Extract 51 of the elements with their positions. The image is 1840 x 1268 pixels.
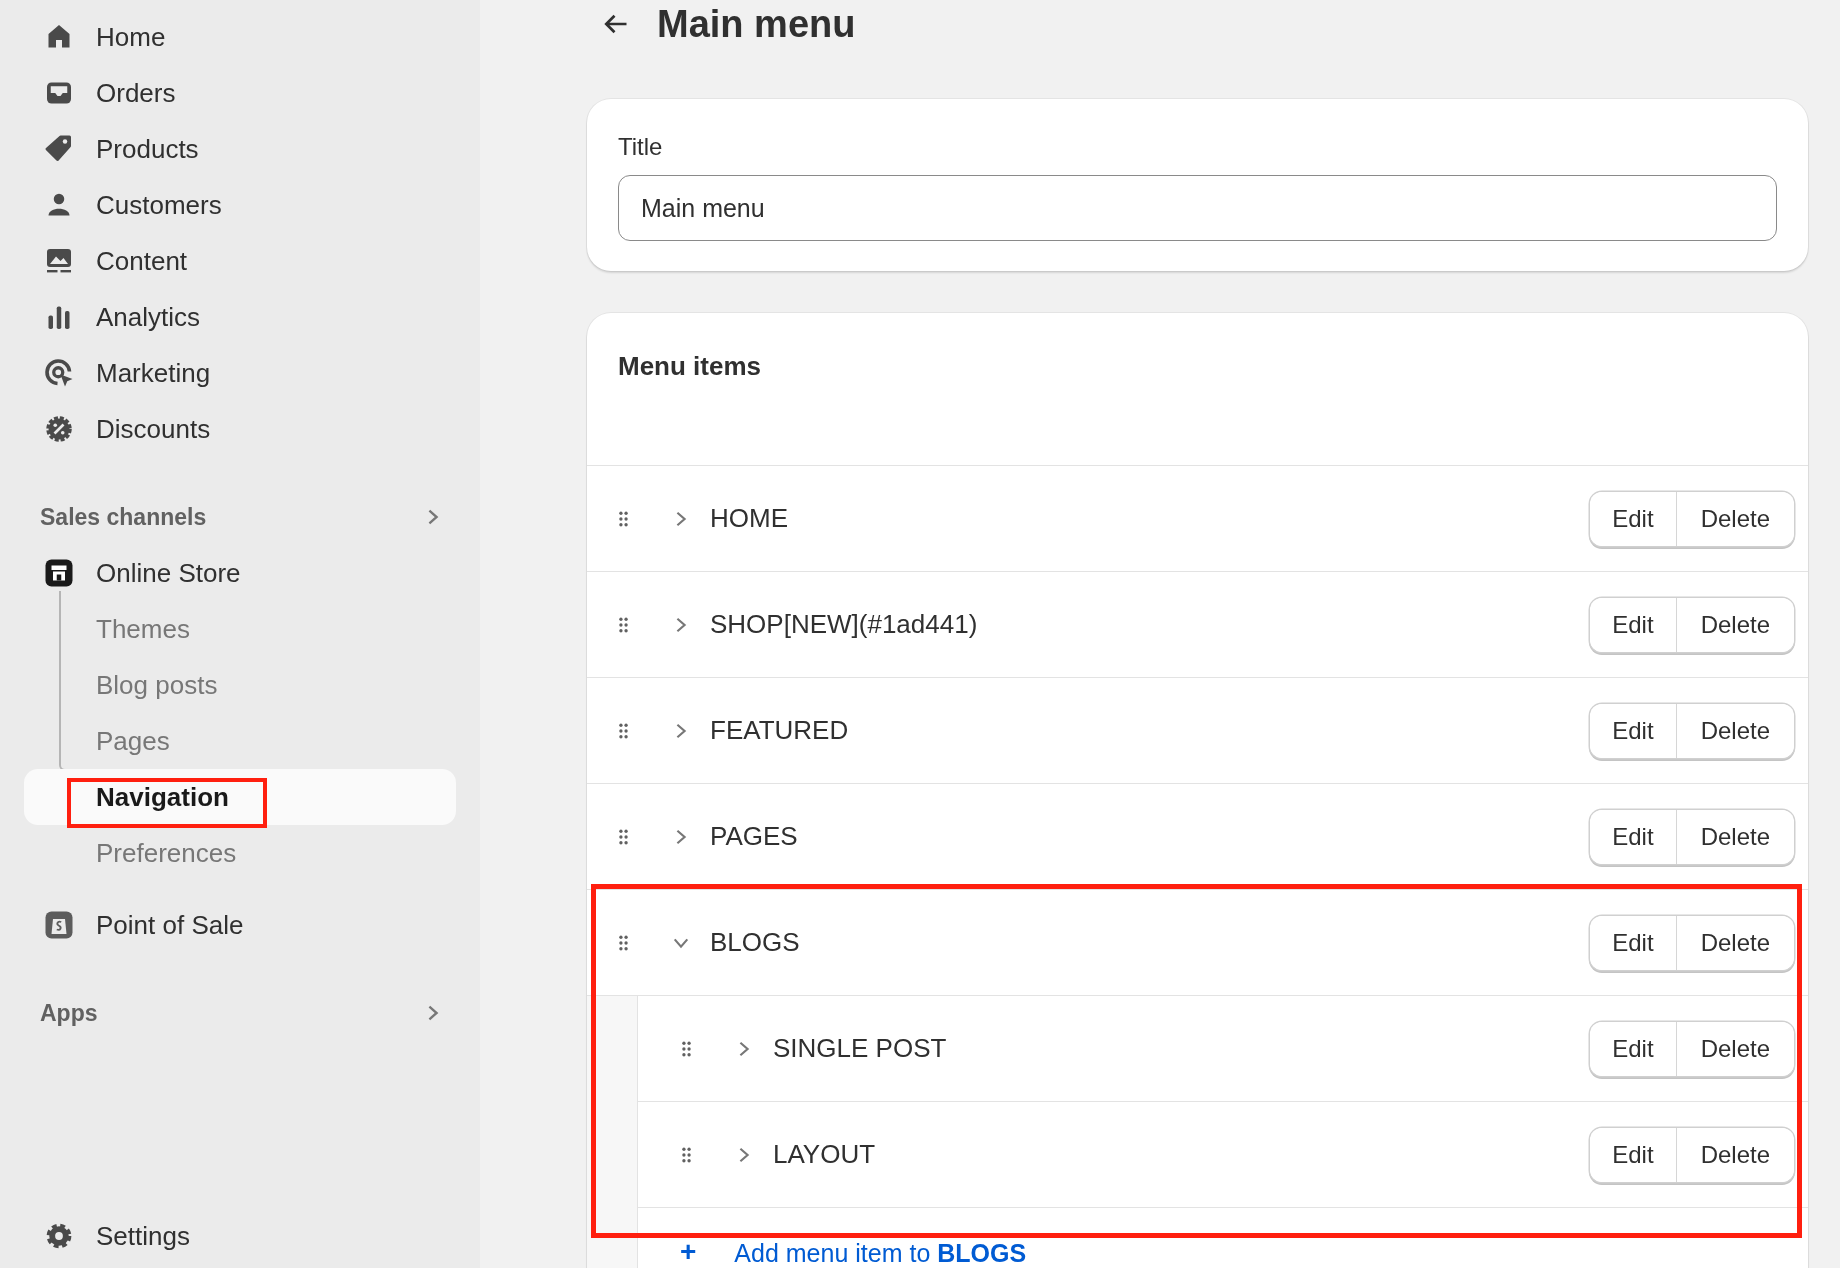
nav-item[interactable]: Discounts	[24, 401, 456, 457]
card-heading: Menu items	[587, 313, 1808, 466]
nav-item[interactable]: Settings	[24, 1208, 456, 1264]
bag-icon	[44, 910, 74, 940]
menu-item-label: FEATURED	[710, 715, 850, 746]
action-button[interactable]: Delete	[1675, 915, 1794, 970]
menu-item-label: SINGLE POST	[773, 1033, 948, 1064]
nav-item[interactable]: Content	[24, 233, 456, 289]
nav-subitem[interactable]: Themes	[24, 601, 456, 657]
drag-handle-icon[interactable]	[617, 509, 630, 528]
drag-handle-icon[interactable]	[617, 615, 630, 634]
field-label: Title	[618, 133, 664, 161]
action-button[interactable]: Delete	[1675, 1021, 1794, 1076]
drag-handle-icon[interactable]	[680, 1039, 693, 1058]
store-icon	[44, 558, 74, 588]
plus-icon[interactable]: +	[680, 1236, 697, 1268]
action-button[interactable]: Delete	[1675, 703, 1794, 758]
section-heading: Apps	[40, 999, 98, 1027]
title-input[interactable]: Main menu	[618, 175, 1777, 241]
nav-item[interactable]: Orders	[24, 65, 456, 121]
action-button[interactable]: Delete	[1675, 597, 1794, 652]
drag-handle-icon[interactable]	[680, 1145, 693, 1164]
drag-handle-icon[interactable]	[617, 827, 630, 846]
target-icon	[44, 358, 74, 388]
section-heading: Sales channels	[40, 503, 207, 531]
nav-item[interactable]: Point of Sale	[24, 897, 456, 953]
add-menu-item-link[interactable]: Add menu item to BLOGS	[734, 1239, 1027, 1268]
menu-item-label: BLOGS	[710, 927, 801, 958]
nav-item[interactable]: Customers	[24, 177, 456, 233]
menu-item-label: PAGES	[710, 821, 799, 852]
nav-item[interactable]: Marketing	[24, 345, 456, 401]
nav-subitem[interactable]: Navigation	[24, 769, 456, 825]
nav-item[interactable]: Products	[24, 121, 456, 177]
action-button[interactable]: Delete	[1675, 809, 1794, 864]
discount-icon	[44, 414, 74, 444]
nav-item[interactable]: Online Store	[24, 545, 456, 601]
action-button[interactable]: Delete	[1675, 491, 1794, 546]
drag-handle-icon[interactable]	[617, 721, 630, 740]
page-title: Main menu	[657, 2, 856, 46]
nav-item[interactable]: Analytics	[24, 289, 456, 345]
nav-subitem[interactable]: Pages	[24, 713, 456, 769]
settings-icon	[44, 1221, 74, 1251]
action-button[interactable]: Delete	[1675, 1127, 1794, 1182]
menu-item-label: HOME	[710, 503, 789, 534]
menu-item-label: SHOP[NEW](#1ad441)	[710, 609, 979, 640]
menu-item-label: LAYOUT	[773, 1139, 877, 1170]
tag-icon	[44, 134, 74, 164]
drag-handle-icon[interactable]	[617, 933, 630, 952]
nav-item[interactable]: Home	[24, 9, 456, 65]
nav-subitem[interactable]: Blog posts	[24, 657, 456, 713]
nav-subitem[interactable]: Preferences	[24, 825, 456, 881]
